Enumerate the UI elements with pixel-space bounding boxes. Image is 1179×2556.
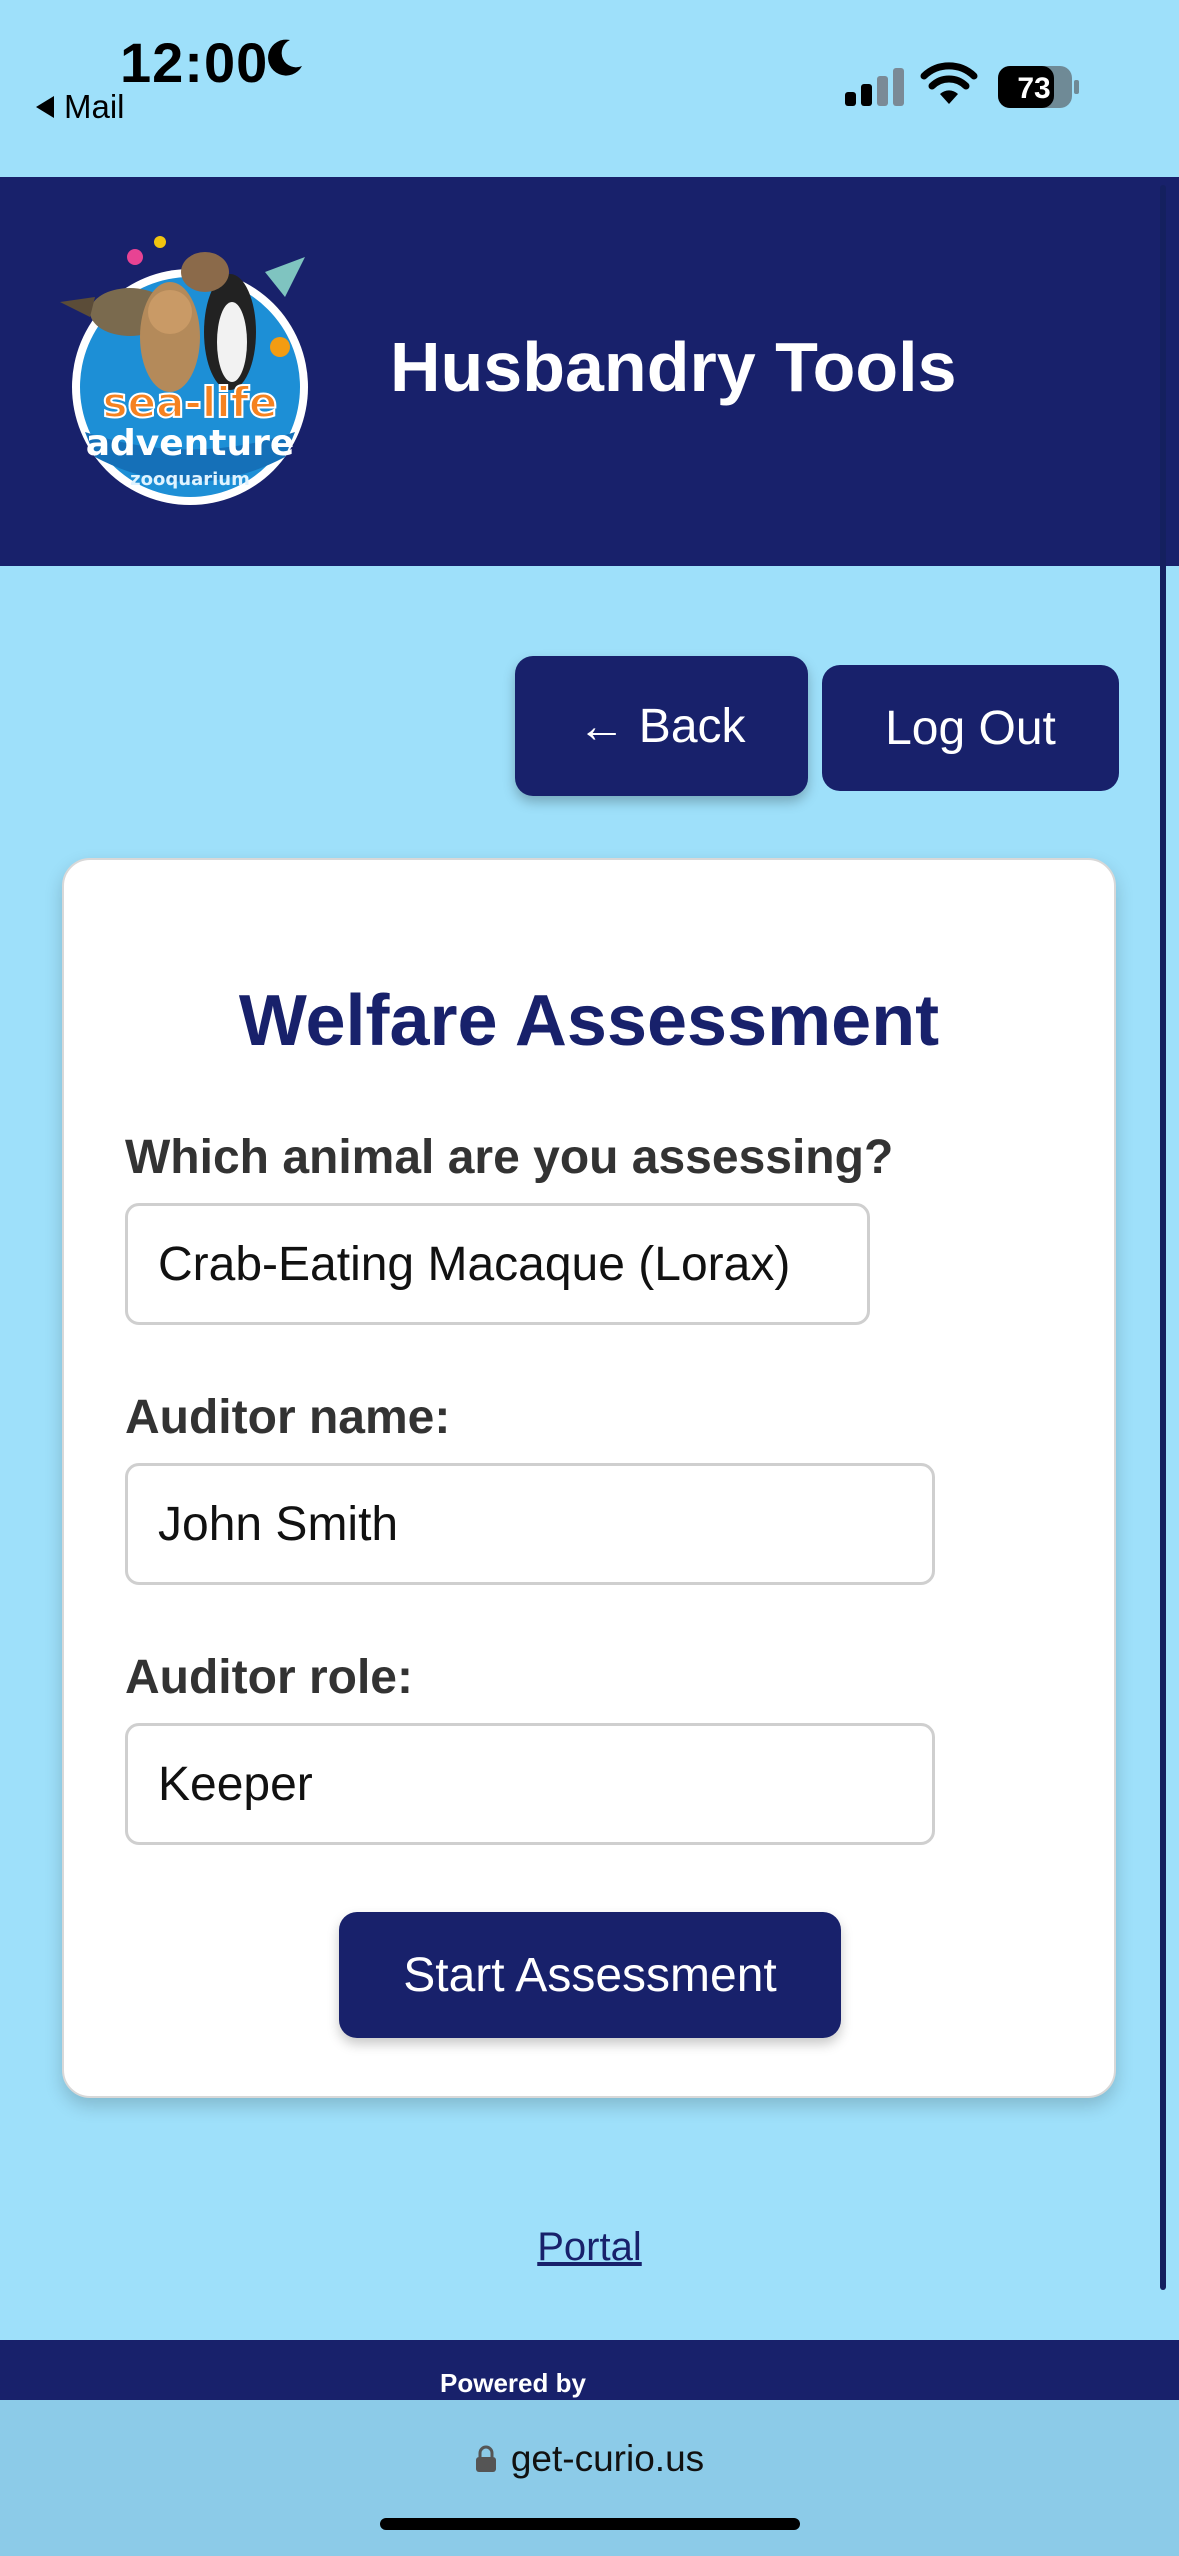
auditor-name-label: Auditor name: <box>125 1391 451 1444</box>
battery-icon: 73 <box>998 66 1079 108</box>
sealife-adventure-logo: sea-life adventure zooquarium <box>60 236 308 505</box>
status-bar: 12:00 Mail 73 <box>0 0 1179 177</box>
logo-brand-line2: adventure <box>86 423 295 464</box>
start-assessment-button[interactable]: Start Assessment <box>339 1912 841 2038</box>
portal-link[interactable]: Portal <box>0 2225 1179 2270</box>
auditor-role-input[interactable]: Keeper <box>125 1723 935 1845</box>
assessment-card: Welfare Assessment Which animal are you … <box>62 858 1116 2098</box>
url-display[interactable]: get-curio.us <box>0 2438 1179 2480</box>
wifi-icon <box>920 62 978 104</box>
auditor-name-input[interactable]: John Smith <box>125 1463 935 1585</box>
logo-brand-line1: sea-life <box>103 378 278 427</box>
battery-level: 73 <box>1017 72 1050 105</box>
page-title: Husbandry Tools <box>390 328 957 406</box>
url-text: get-curio.us <box>510 2438 705 2479</box>
app-header: sea-life adventure zooquarium Husbandry … <box>0 177 1179 566</box>
auditor-role-label: Auditor role: <box>125 1651 413 1704</box>
logout-button[interactable]: Log Out <box>822 665 1119 791</box>
footer <box>0 2340 1179 2400</box>
logo-brand-line3: zooquarium <box>130 469 250 490</box>
powered-by-label: Powered by <box>440 2368 586 2398</box>
animal-label: Which animal are you assessing? <box>125 1131 894 1184</box>
home-indicator[interactable] <box>380 2518 800 2530</box>
moon-icon <box>268 39 302 76</box>
animal-select[interactable]: Crab-Eating Macaque (Lorax) <box>125 1203 870 1325</box>
status-time: 12:00 <box>120 31 269 94</box>
back-button[interactable]: ← Back <box>515 656 808 796</box>
lock-icon <box>475 2445 496 2472</box>
form-title: Welfare Assessment <box>238 981 940 1061</box>
back-to-app-link[interactable]: Mail <box>36 88 125 126</box>
back-app-label: Mail <box>64 88 125 125</box>
scrollbar[interactable] <box>1160 185 1166 2290</box>
cellular-signal-icon <box>845 68 904 106</box>
back-triangle-icon <box>36 96 54 118</box>
